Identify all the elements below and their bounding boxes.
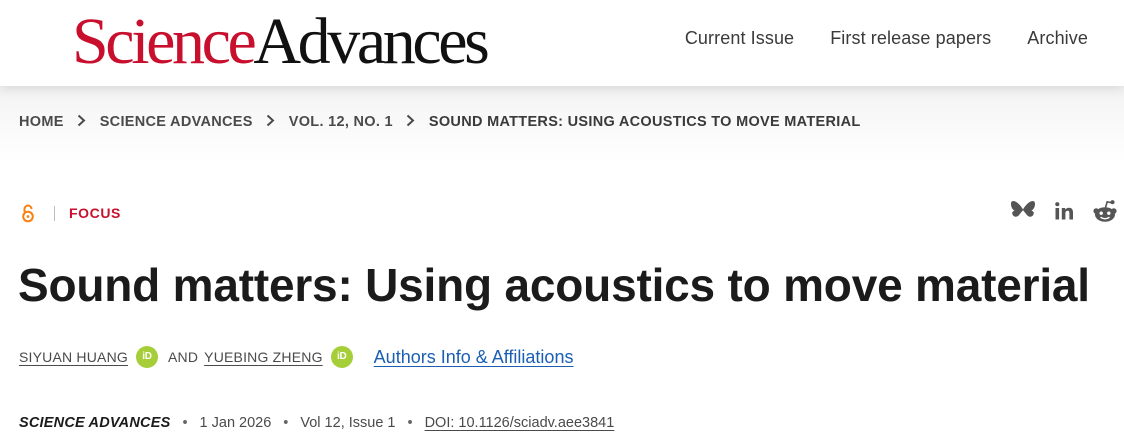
article-meta: SCIENCE ADVANCES • 1 Jan 2026 • Vol 12, … xyxy=(19,415,614,431)
bluesky-icon[interactable] xyxy=(1010,200,1036,222)
meta-separator: • xyxy=(182,415,188,431)
open-access-icon xyxy=(21,204,35,223)
author-list: SIYUAN HUANG iD AND YUEBING ZHENG iD Aut… xyxy=(19,346,573,368)
main-nav: Current Issue First release papers Archi… xyxy=(685,27,1088,49)
doi-link[interactable]: DOI: 10.1126/sciadv.aee3841 xyxy=(425,415,615,431)
science-advances-logo[interactable]: ScienceAdvances xyxy=(72,9,490,75)
logo-advances-text: Advances xyxy=(253,5,489,78)
volume-issue: Vol 12, Issue 1 xyxy=(300,415,396,431)
article-type-row: FOCUS xyxy=(21,203,121,223)
meta-separator: • xyxy=(407,415,413,431)
breadcrumb: HOME SCIENCE ADVANCES VOL. 12, NO. 1 SOU… xyxy=(19,114,861,130)
linkedin-icon[interactable] xyxy=(1054,201,1074,221)
author-and: AND xyxy=(167,349,199,365)
logo-science-text: Science xyxy=(72,5,257,78)
article-type-label[interactable]: FOCUS xyxy=(69,205,121,221)
breadcrumb-home[interactable]: HOME xyxy=(19,114,64,130)
publication-date: 1 Jan 2026 xyxy=(199,415,272,431)
breadcrumb-current-article: SOUND MATTERS: USING ACOUSTICS TO MOVE M… xyxy=(428,114,861,130)
orcid-icon[interactable]: iD xyxy=(135,346,158,368)
type-divider xyxy=(54,205,55,221)
author-name[interactable]: SIYUAN HUANG xyxy=(19,349,128,365)
author-name[interactable]: YUEBING ZHENG xyxy=(204,349,323,365)
authors-info-link[interactable]: Authors Info & Affiliations xyxy=(374,347,574,368)
nav-first-release-papers[interactable]: First release papers xyxy=(830,27,991,49)
nav-archive[interactable]: Archive xyxy=(1027,27,1088,49)
breadcrumb-science-advances[interactable]: SCIENCE ADVANCES xyxy=(100,114,253,130)
reddit-icon[interactable] xyxy=(1092,199,1118,223)
chevron-right-icon xyxy=(253,114,289,130)
site-header: ScienceAdvances Current Issue First rele… xyxy=(0,0,1124,86)
chevron-right-icon xyxy=(64,114,100,130)
breadcrumb-volume[interactable]: VOL. 12, NO. 1 xyxy=(289,114,393,130)
article-title: Sound matters: Using acoustics to move m… xyxy=(18,259,1090,311)
meta-separator: • xyxy=(283,415,289,431)
share-bar xyxy=(1010,199,1118,223)
orcid-icon[interactable]: iD xyxy=(330,346,353,368)
chevron-right-icon xyxy=(393,114,429,130)
journal-name: SCIENCE ADVANCES xyxy=(19,415,171,431)
nav-current-issue[interactable]: Current Issue xyxy=(685,27,794,49)
